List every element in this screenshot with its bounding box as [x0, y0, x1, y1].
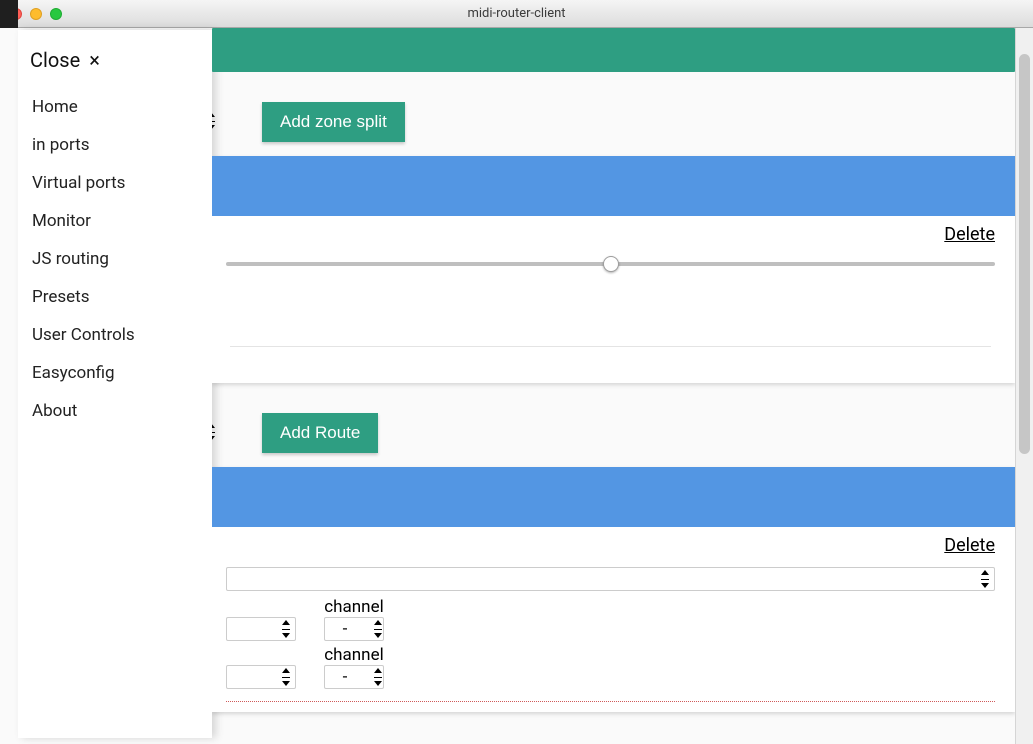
- sidebar-item-monitor[interactable]: Monitor: [18, 202, 212, 240]
- split-slider[interactable]: [226, 262, 995, 266]
- zone-card: Delete: [212, 156, 1015, 383]
- route-to-channel-select[interactable]: -: [324, 665, 384, 689]
- slider-thumb[interactable]: [603, 256, 619, 272]
- vertical-scrollbar[interactable]: [1015, 28, 1033, 744]
- chevron-updown-icon: [980, 570, 990, 588]
- close-icon: ×: [89, 48, 100, 72]
- channel-label: channel: [324, 597, 383, 617]
- sidebar-item-label: Virtual ports: [32, 173, 125, 193]
- channel-value: -: [325, 619, 365, 639]
- sidebar-item-label: Home: [32, 97, 78, 117]
- scrollbar-thumb[interactable]: [1019, 54, 1030, 454]
- chevron-updown-icon: [281, 668, 291, 686]
- sidebar-item-label: Presets: [32, 287, 89, 307]
- route-card-header: [212, 467, 1015, 527]
- sidebar-item-virtual-ports[interactable]: Virtual ports: [18, 164, 212, 202]
- sidebar-item-label: User Controls: [32, 325, 135, 345]
- main-panel: Add zone split Delete Add Route: [212, 28, 1015, 744]
- route-select[interactable]: [212, 423, 214, 443]
- sidebar-item-about[interactable]: About: [18, 392, 212, 430]
- channel-value: -: [325, 667, 365, 687]
- channel-label: channel: [324, 645, 383, 665]
- sidebar-item-label: JS routing: [32, 249, 109, 269]
- route-to-select[interactable]: [226, 665, 296, 689]
- chevron-updown-icon: [212, 423, 216, 441]
- dotted-divider: [226, 701, 995, 702]
- divider: [230, 346, 991, 347]
- route-from-channel-select[interactable]: -: [324, 617, 384, 641]
- add-zone-split-button[interactable]: Add zone split: [262, 102, 405, 142]
- sidebar-item-in-ports[interactable]: in ports: [18, 126, 212, 164]
- sidebar-item-user-controls[interactable]: User Controls: [18, 316, 212, 354]
- route-card: Delete channel -: [212, 467, 1015, 712]
- window-minimize-button[interactable]: [30, 8, 42, 20]
- sidebar-item-js-routing[interactable]: JS routing: [18, 240, 212, 278]
- chevron-updown-icon: [212, 112, 216, 130]
- add-route-button[interactable]: Add Route: [262, 413, 378, 453]
- window-title: midi-router-client: [0, 6, 1033, 21]
- sidebar-drawer: Close × Home in ports Virtual ports Moni…: [18, 30, 212, 738]
- window-zoom-button[interactable]: [50, 8, 62, 20]
- route-from-select[interactable]: [226, 617, 296, 641]
- zone-select[interactable]: [212, 112, 214, 132]
- zone-card-header: [212, 156, 1015, 216]
- chevron-updown-icon: [281, 620, 291, 638]
- sidebar-item-easyconfig[interactable]: Easyconfig: [18, 354, 212, 392]
- sidebar-item-home[interactable]: Home: [18, 88, 212, 126]
- sidebar-item-label: in ports: [32, 135, 90, 155]
- sidebar-item-label: Easyconfig: [32, 363, 115, 383]
- sidebar-close-button[interactable]: Close ×: [18, 42, 212, 88]
- chevron-updown-icon: [373, 668, 383, 686]
- sidebar-item-label: About: [32, 401, 77, 421]
- sidebar-close-label: Close: [30, 48, 80, 72]
- titlebar: midi-router-client: [0, 0, 1033, 28]
- chevron-updown-icon: [373, 620, 383, 638]
- header-bar: [212, 28, 1015, 72]
- sidebar-item-presets[interactable]: Presets: [18, 278, 212, 316]
- route-port-select[interactable]: [226, 567, 995, 591]
- zone-delete-link[interactable]: Delete: [944, 224, 995, 245]
- sidebar-item-label: Monitor: [32, 211, 91, 231]
- route-delete-link[interactable]: Delete: [944, 535, 995, 556]
